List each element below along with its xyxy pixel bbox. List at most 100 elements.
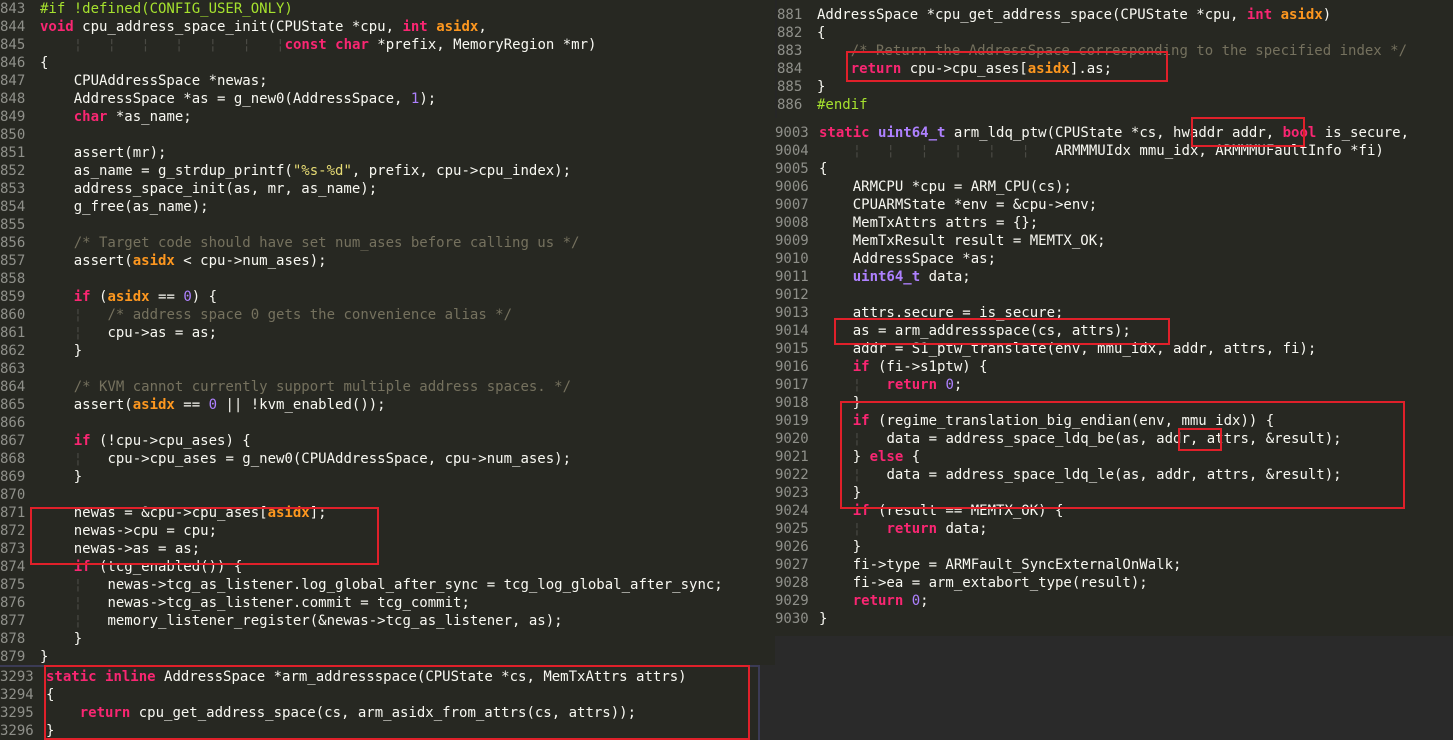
code-line[interactable]: 9029 return 0; — [775, 592, 1453, 610]
code-line[interactable]: 861 ¦ cpu->as = as; — [0, 324, 775, 342]
code-line[interactable]: 844 void cpu_address_space_init(CPUState … — [0, 18, 775, 36]
code-line[interactable]: 9017 ¦ return 0; — [775, 376, 1453, 394]
editor-pane-cpu-address-space-init[interactable]: 843 #if !defined(CONFIG_USER_ONLY) 844 void… — [0, 0, 775, 665]
code-text: ¦ data = address_space_ldq_be(as, addr, … — [852, 431, 1342, 447]
code-line[interactable]: 860 ¦ /* address space 0 gets the conven… — [0, 306, 775, 324]
code-line[interactable]: 9014 as = arm_addressspace(cs, attrs); — [775, 322, 1453, 340]
code-line[interactable]: 9005 { — [775, 160, 1453, 178]
code-line[interactable]: 9019 if (regime_translation_big_endian(e… — [775, 412, 1453, 430]
code-line[interactable]: 9007 CPUARMState *env = &cpu->env; — [775, 196, 1453, 214]
code-line[interactable]: 3294 { — [0, 686, 758, 704]
code-line[interactable]: 878 } — [0, 630, 775, 648]
code-line[interactable]: 852 as_name = g_strdup_printf("%s-%d", p… — [0, 162, 775, 180]
code-line[interactable]: 862 } — [0, 342, 775, 360]
code-line[interactable]: 3293 static inline AddressSpace *arm_addr… — [0, 668, 758, 686]
code-line[interactable]: 872 newas->cpu = cpu; — [0, 522, 775, 540]
code-line[interactable]: 883 /* Return the AddressSpace correspon… — [777, 42, 1453, 60]
code-line[interactable]: 884 return cpu->cpu_ases[asidx].as; — [777, 60, 1453, 78]
code-line[interactable]: 9006 ARMCPU *cpu = ARM_CPU(cs); — [775, 178, 1453, 196]
code-line[interactable]: 9015 addr = S1_ptw_translate(env, mmu_id… — [775, 340, 1453, 358]
editor-pane-arm-addressspace[interactable]: 3293 static inline AddressSpace *arm_addr… — [0, 665, 760, 740]
code-line[interactable]: 9003 static uint64_t arm_ldq_ptw(CPUState… — [775, 124, 1453, 142]
code-line[interactable]: 851 assert(mr); — [0, 144, 775, 162]
code-text: return cpu->cpu_ases[asidx].as; — [850, 61, 1113, 77]
code-line[interactable]: 847 CPUAddressSpace *newas; — [0, 72, 775, 90]
code-line[interactable]: 848 AddressSpace *as = g_new0(AddressSpa… — [0, 90, 775, 108]
code-line[interactable]: 864 /* KVM cannot currently support mult… — [0, 378, 775, 396]
code-line[interactable]: 9027 fi->type = ARMFault_SyncExternalOnW… — [775, 556, 1453, 574]
code-line[interactable]: 881 AddressSpace *cpu_get_address_space(C… — [777, 6, 1453, 24]
code-text: fi->ea = arm_extabort_type(result); — [819, 575, 1148, 591]
code-line[interactable]: 9018 } — [775, 394, 1453, 412]
code-line[interactable]: 879} — [0, 648, 775, 665]
line-number: 9007 — [775, 197, 809, 213]
editor-pane-arm-ldq-ptw[interactable]: 9003 static uint64_t arm_ldq_ptw(CPUState… — [775, 118, 1453, 636]
code-text: ¦ /* address space 0 gets the convenienc… — [73, 307, 513, 323]
code-line[interactable]: 9013 attrs.secure = is_secure; — [775, 304, 1453, 322]
code-text: ARMCPU *cpu = ARM_CPU(cs); — [819, 179, 1072, 195]
code-line[interactable]: 875 ¦ newas->tcg_as_listener.log_global_… — [0, 576, 775, 594]
line-number: 876 — [0, 595, 26, 611]
code-line[interactable]: 9008 MemTxAttrs attrs = {}; — [775, 214, 1453, 232]
line-number: 9017 — [775, 377, 809, 393]
line-number: 9012 — [775, 287, 809, 303]
code-line[interactable]: 9024 if (result == MEMTX_OK) { — [775, 502, 1453, 520]
code-line[interactable]: 849 char *as_name; — [0, 108, 775, 126]
code-text: CPUARMState *env = &cpu->env; — [819, 197, 1098, 213]
code-line[interactable]: 874 if (tcg_enabled()) { — [0, 558, 775, 576]
code-text: ¦ return 0; — [852, 377, 963, 393]
code-line[interactable]: 867 if (!cpu->cpu_ases) { — [0, 432, 775, 450]
code-line[interactable]: 9020 ¦ data = address_space_ldq_be(as, a… — [775, 430, 1453, 448]
code-line[interactable]: 9023 } — [775, 484, 1453, 502]
code-line[interactable]: 856 /* Target code should have set num_a… — [0, 234, 775, 252]
code-line[interactable]: 882 { — [777, 24, 1453, 42]
code-line[interactable]: 863 — [0, 360, 775, 378]
code-line[interactable]: 853 address_space_init(as, mr, as_name); — [0, 180, 775, 198]
code-line[interactable]: 9010 AddressSpace *as; — [775, 250, 1453, 268]
line-number: 861 — [0, 325, 26, 341]
line-number: 843 — [0, 1, 26, 17]
code-line[interactable]: 868 ¦ cpu->cpu_ases = g_new0(CPUAddressS… — [0, 450, 775, 468]
code-line[interactable]: 846 { — [0, 54, 775, 72]
code-line[interactable]: 3296} — [0, 722, 758, 740]
line-number: 9020 — [775, 431, 809, 447]
code-line[interactable]: 858 — [0, 270, 775, 288]
code-line[interactable]: 843 #if !defined(CONFIG_USER_ONLY) — [0, 0, 775, 18]
code-line[interactable]: 876 ¦ newas->tcg_as_listener.commit = tc… — [0, 594, 775, 612]
code-line[interactable]: 855 — [0, 216, 775, 234]
code-text: ¦ ¦ ¦ ¦ ¦ ¦ ¦const char *prefix, MemoryR… — [73, 37, 597, 53]
code-line[interactable]: 854 g_free(as_name); — [0, 198, 775, 216]
code-line[interactable]: 9016 if (fi->s1ptw) { — [775, 358, 1453, 376]
code-line[interactable]: 873 newas->as = as; — [0, 540, 775, 558]
code-line[interactable]: 850 — [0, 126, 775, 144]
code-line[interactable]: 865 assert(asidx == 0 || !kvm_enabled())… — [0, 396, 775, 414]
code-line[interactable]: 877 ¦ memory_listener_register(&newas->t… — [0, 612, 775, 630]
line-number: 847 — [0, 73, 26, 89]
code-line[interactable]: 886 #endif — [777, 96, 1453, 114]
code-line[interactable]: 9004 ¦ ¦ ¦ ¦ ¦ ¦ ARMMMUIdx mmu_idx, ARMM… — [775, 142, 1453, 160]
code-text: } — [819, 611, 828, 627]
code-line[interactable]: 9009 MemTxResult result = MEMTX_OK; — [775, 232, 1453, 250]
code-line[interactable]: 9021 } else { — [775, 448, 1453, 466]
code-line[interactable]: 845 ¦ ¦ ¦ ¦ ¦ ¦ ¦const char *prefix, Mem… — [0, 36, 775, 54]
code-line[interactable]: 869 } — [0, 468, 775, 486]
code-line[interactable]: 9028 fi->ea = arm_extabort_type(result); — [775, 574, 1453, 592]
code-line[interactable]: 857 assert(asidx < cpu->num_ases); — [0, 252, 775, 270]
code-line[interactable]: 885} — [777, 78, 1453, 96]
code-line[interactable]: 870 — [0, 486, 775, 504]
code-line[interactable]: 9011 uint64_t data; — [775, 268, 1453, 286]
code-line[interactable]: 3295 return cpu_get_address_space(cs, ar… — [0, 704, 758, 722]
code-line[interactable]: 9022 ¦ data = address_space_ldq_le(as, a… — [775, 466, 1453, 484]
code-line[interactable]: 9026 } — [775, 538, 1453, 556]
line-number: 9008 — [775, 215, 809, 231]
code-line[interactable]: 9030} — [775, 610, 1453, 628]
code-line[interactable]: 859 if (asidx == 0) { — [0, 288, 775, 306]
editor-pane-cpu-get-address-space[interactable]: 881 AddressSpace *cpu_get_address_space(C… — [777, 0, 1453, 123]
code-line[interactable]: 9025 ¦ return data; — [775, 520, 1453, 538]
code-text: if (result == MEMTX_OK) { — [852, 503, 1064, 519]
code-line[interactable]: 866 — [0, 414, 775, 432]
code-line[interactable]: 871 newas = &cpu->cpu_ases[asidx]; — [0, 504, 775, 522]
code-line[interactable]: 9012 — [775, 286, 1453, 304]
code-text: } — [819, 539, 862, 555]
code-text: static uint64_t arm_ldq_ptw(CPUState *cs… — [819, 125, 1410, 141]
